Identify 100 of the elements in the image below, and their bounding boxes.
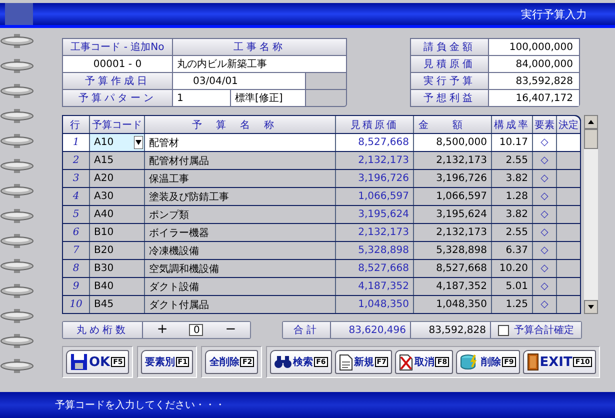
table-cell: 1,048,350: [336, 296, 414, 313]
table-cell: 3,195,624: [336, 206, 414, 223]
table-cell: 保温工事: [145, 170, 336, 187]
digits-field[interactable]: 0: [189, 324, 204, 336]
amount-value: 16,407,172: [489, 90, 579, 106]
table-cell: ダクト付属品: [145, 296, 336, 313]
table-cell: 8,527,668: [414, 260, 492, 277]
binoculars-icon: [274, 355, 292, 369]
caret-icon[interactable]: [134, 136, 143, 149]
table-cell: 2,132,173: [336, 224, 414, 241]
table-cell: 空気調和機設備: [145, 260, 336, 277]
total-amount: 83,592,828: [411, 322, 491, 338]
table-cell: B10: [90, 224, 145, 241]
table-cell: ダクト設備: [145, 278, 336, 295]
row-number: 3: [63, 170, 90, 187]
amount-value: 84,000,000: [489, 56, 579, 72]
table-cell: 3,196,726: [414, 170, 492, 187]
column-header: 構成率: [492, 116, 533, 133]
amount-value: 83,592,828: [489, 73, 579, 89]
table-cell: 4,187,352: [336, 278, 414, 295]
amount-value: 100,000,000: [489, 39, 579, 55]
column-header: 見積原価: [336, 116, 414, 133]
pattern-number: 1: [173, 90, 231, 106]
field-label: 丸め桁数: [63, 322, 143, 338]
table-cell: B45: [90, 296, 145, 313]
table-cell: 6.37: [492, 242, 533, 259]
door-icon: [526, 353, 539, 371]
plus-button[interactable]: +: [150, 323, 174, 337]
column-header: 工事コード - 追加No: [63, 39, 173, 55]
column-header: 予算コード: [90, 116, 145, 133]
table-cell: ◇: [533, 278, 557, 295]
code-dropdown[interactable]: A10: [90, 134, 145, 151]
table-cell: A40: [90, 206, 145, 223]
table-cell: ◇: [533, 134, 557, 151]
table-cell: 4,187,352: [414, 278, 492, 295]
document-icon: [338, 354, 353, 370]
table-cell: 配管材: [145, 134, 336, 151]
table-cell: 8,527,668: [336, 260, 414, 277]
row-number: 8: [63, 260, 90, 277]
row-number: 10: [63, 296, 90, 313]
row-number: 4: [63, 188, 90, 205]
table-cell: ポンプ類: [145, 206, 336, 223]
row-number: 2: [63, 152, 90, 169]
scroll-down-icon[interactable]: [584, 300, 598, 314]
field-label: 請負金額: [411, 39, 489, 55]
column-header: 工事名称: [173, 39, 346, 55]
table-cell: B40: [90, 278, 145, 295]
table-cell: A15: [90, 152, 145, 169]
field-label: 見積原価: [411, 56, 489, 72]
minus-button[interactable]: −: [219, 323, 242, 337]
table-cell: 5,328,898: [414, 242, 492, 259]
table-cell: 2,132,173: [414, 152, 492, 169]
row-number: 9: [63, 278, 90, 295]
table-cell: 1.25: [492, 296, 533, 313]
column-header: 金額: [414, 116, 492, 133]
table-cell: ◇: [533, 206, 557, 223]
table-cell: 5.01: [492, 278, 533, 295]
scrollbar[interactable]: [584, 115, 598, 314]
table-cell: 3,196,726: [336, 170, 414, 187]
table-cell: 3.82: [492, 170, 533, 187]
field-label: 合計: [283, 322, 331, 338]
table-cell: 1,066,597: [336, 188, 414, 205]
table-cell: ボイラー機器: [145, 224, 336, 241]
confirm-checkbox[interactable]: [498, 324, 509, 336]
table-cell: B30: [90, 260, 145, 277]
table-cell: ◇: [533, 170, 557, 187]
table-cell: ◇: [533, 260, 557, 277]
total-estimate: 83,620,496: [331, 322, 411, 338]
row-number: 7: [63, 242, 90, 259]
table-cell: 2,132,173: [336, 152, 414, 169]
table-cell: 2.55: [492, 152, 533, 169]
status-message: 予算コードを入力してください・・・: [55, 398, 225, 412]
table-cell: 3.82: [492, 206, 533, 223]
project-code: 00001 - 0: [63, 56, 173, 72]
table-cell: 塗装及び防錆工事: [145, 188, 336, 205]
crossed-document-icon: [399, 354, 414, 370]
table-cell: 3,195,624: [414, 206, 492, 223]
checkbox-label: 予算合計確定: [514, 324, 574, 337]
table-cell: ◇: [533, 152, 557, 169]
table-cell: ◇: [533, 296, 557, 313]
table-cell: 2.55: [492, 224, 533, 241]
field-label: 予算パターン: [63, 90, 173, 106]
table-cell: 8,527,668: [336, 134, 414, 151]
scroll-thumb[interactable]: [584, 129, 598, 149]
row-number: 5: [63, 206, 90, 223]
table-cell: 10.20: [492, 260, 533, 277]
table-cell: 5,328,898: [336, 242, 414, 259]
table-cell: 1,048,350: [414, 296, 492, 313]
table-cell: 1.28: [492, 188, 533, 205]
column-header: 予算名称: [145, 116, 336, 133]
table-cell: A20: [90, 170, 145, 187]
table-cell: 2,132,173: [414, 224, 492, 241]
row-number: 6: [63, 224, 90, 241]
scroll-up-icon[interactable]: [584, 115, 598, 129]
table-cell: A30: [90, 188, 145, 205]
field-label: 予想利益: [411, 90, 489, 106]
column-header: 要素: [533, 116, 557, 133]
column-header: 決定: [558, 118, 580, 132]
field-label: 予算作成日: [63, 73, 173, 89]
pattern-name: 標準[修正]: [231, 90, 306, 106]
